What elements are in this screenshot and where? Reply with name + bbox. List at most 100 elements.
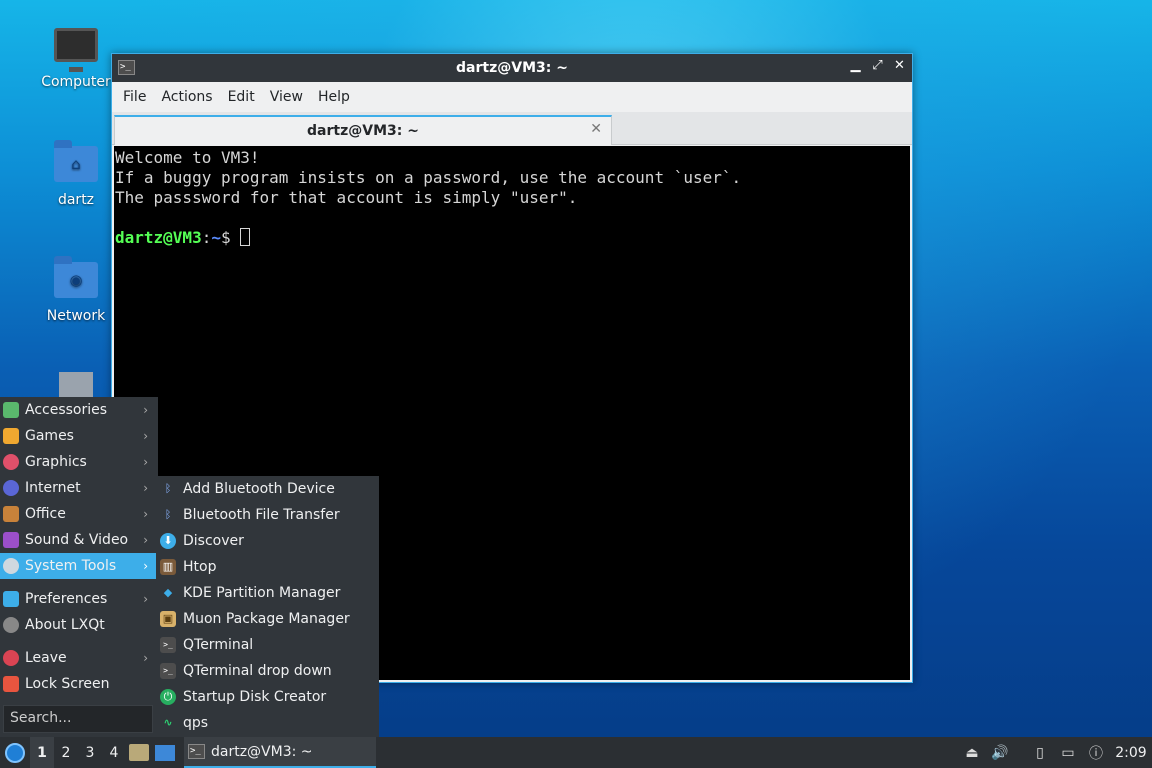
desktop-icon-label: dartz [57,192,95,208]
chevron-right-icon: › [143,559,148,573]
menu-item-label: Leave [25,650,67,666]
submenu-item-kde-partition-manager[interactable]: ◆ KDE Partition Manager [156,580,379,606]
accessories-icon [3,402,19,418]
start-menu-button[interactable] [0,737,30,768]
taskbar-task-terminal[interactable]: >_ dartz@VM3: ~ [184,737,376,768]
submenu-item-muon-package-manager[interactable]: ▣ Muon Package Manager [156,606,379,632]
power-icon [3,650,19,666]
workspace-1[interactable]: 1 [30,737,54,768]
menu-item-label: Graphics [25,454,87,470]
task-label: dartz@VM3: ~ [211,743,313,760]
menu-separator [0,638,158,645]
menu-item-label: Lock Screen [25,676,110,692]
desktop-icon [155,744,175,761]
removable-media-icon[interactable]: ⏏ [958,737,986,768]
menu-item-label: About LXQt [25,617,105,633]
workspace-2[interactable]: 2 [54,737,78,768]
chevron-right-icon: › [143,403,148,417]
prompt-path: ~ [211,228,221,247]
menu-item-internet[interactable]: Internet › [0,475,158,501]
terminal-prompt: dartz@VM3:~$ [115,228,909,248]
terminal-line: The passsword for that account is simply… [115,188,578,207]
chevron-right-icon: › [143,429,148,443]
menu-item-lock-screen[interactable]: Lock Screen [0,671,158,697]
submenu-item-htop[interactable]: ▥ Htop [156,554,379,580]
menu-item-label: Internet [25,480,81,496]
chevron-right-icon: › [143,507,148,521]
discover-icon: ⬇ [160,533,176,549]
workspace-3[interactable]: 3 [78,737,102,768]
internet-icon [3,480,19,496]
menu-item-accessories[interactable]: Accessories › [0,397,158,423]
graphics-icon [3,454,19,470]
window-titlebar[interactable]: >_ dartz@VM3: ~ ▁ ⤢ ✕ [112,54,912,82]
menubar: File Actions Edit View Help [112,82,912,112]
menu-item-label: Sound & Video [25,532,129,548]
network-icon[interactable]: ▭ [1054,737,1082,768]
start-menu: Accessories › Games › Graphics › Interne… [0,397,158,737]
terminal-icon: >_ [188,744,205,759]
clock[interactable]: 2:09 [1110,745,1152,761]
menu-item-games[interactable]: Games › [0,423,158,449]
terminal-line: If a buggy program insists on a password… [115,168,742,187]
menu-item-leave[interactable]: Leave › [0,645,158,671]
menu-file[interactable]: File [116,89,154,105]
prompt-separator: : [201,228,212,247]
submenu-item-bluetooth-file-transfer[interactable]: ᛒ Bluetooth File Transfer [156,502,379,528]
package-icon: ▣ [160,611,176,627]
menu-item-graphics[interactable]: Graphics › [0,449,158,475]
submenu-item-label: Muon Package Manager [183,611,350,627]
menu-help[interactable]: Help [311,89,358,105]
tab-close-button[interactable]: ✕ [590,121,602,137]
minimize-button[interactable]: ▁ [849,58,862,73]
submenu-item-label: QTerminal drop down [183,663,332,679]
info-icon [3,617,19,633]
submenu-item-label: KDE Partition Manager [183,585,341,601]
menu-item-sound-video[interactable]: Sound & Video › [0,527,158,553]
submenu-item-startup-disk-creator[interactable]: ⏻ Startup Disk Creator [156,684,379,710]
network-folder-icon: ◉ [54,256,98,304]
tab-label: dartz@VM3: ~ [307,123,419,139]
terminal-cursor [240,228,251,246]
submenu-item-discover[interactable]: ⬇ Discover [156,528,379,554]
menu-edit[interactable]: Edit [221,89,263,105]
chevron-right-icon: › [143,592,148,606]
update-notifier-icon[interactable]: ⓘ [1082,737,1110,768]
desktop-icon-label: Network [46,308,106,324]
startup-disk-icon: ⏻ [160,689,176,705]
desktop-icon-network[interactable]: ◉ Network [40,256,112,324]
clipboard-icon[interactable]: ▯ [1026,737,1054,768]
workspace-4[interactable]: 4 [102,737,126,768]
menu-item-about-lxqt[interactable]: About LXQt [0,612,158,638]
system-tools-submenu: ᛒ Add Bluetooth Device ᛒ Bluetooth File … [156,476,379,737]
desktop-icon-computer[interactable]: Computer [40,24,112,90]
show-desktop-button[interactable] [152,737,178,768]
desktop-icon-home[interactable]: ⌂ dartz [40,140,112,208]
submenu-item-qterminal[interactable]: >_ QTerminal [156,632,379,658]
submenu-item-label: Add Bluetooth Device [183,481,335,497]
submenu-item-add-bluetooth-device[interactable]: ᛒ Add Bluetooth Device [156,476,379,502]
computer-icon [54,28,98,70]
terminal-icon: >_ [118,60,135,75]
menu-item-office[interactable]: Office › [0,501,158,527]
window-title: dartz@VM3: ~ [456,60,568,76]
menu-item-system-tools[interactable]: System Tools › [0,553,158,579]
submenu-item-label: qps [183,715,209,731]
file-manager-launcher[interactable] [126,737,152,768]
submenu-item-qterminal-drop-down[interactable]: >_ QTerminal drop down [156,658,379,684]
terminal-line: Welcome to VM3! [115,148,260,167]
lock-icon [3,676,19,692]
submenu-item-qps[interactable]: ∿ qps [156,710,379,736]
maximize-button[interactable]: ⤢ [871,58,884,73]
volume-icon[interactable]: 🔊 [986,737,1014,768]
menu-actions[interactable]: Actions [154,89,220,105]
sound-video-icon [3,532,19,548]
chevron-right-icon: › [143,533,148,547]
terminal-tab[interactable]: dartz@VM3: ~ ✕ [114,115,612,145]
menu-view[interactable]: View [263,89,311,105]
chevron-right-icon: › [143,455,148,469]
menu-separator [0,579,158,586]
menu-item-preferences[interactable]: Preferences › [0,586,158,612]
menu-search-input[interactable]: Search... [3,705,153,733]
close-button[interactable]: ✕ [893,58,906,73]
